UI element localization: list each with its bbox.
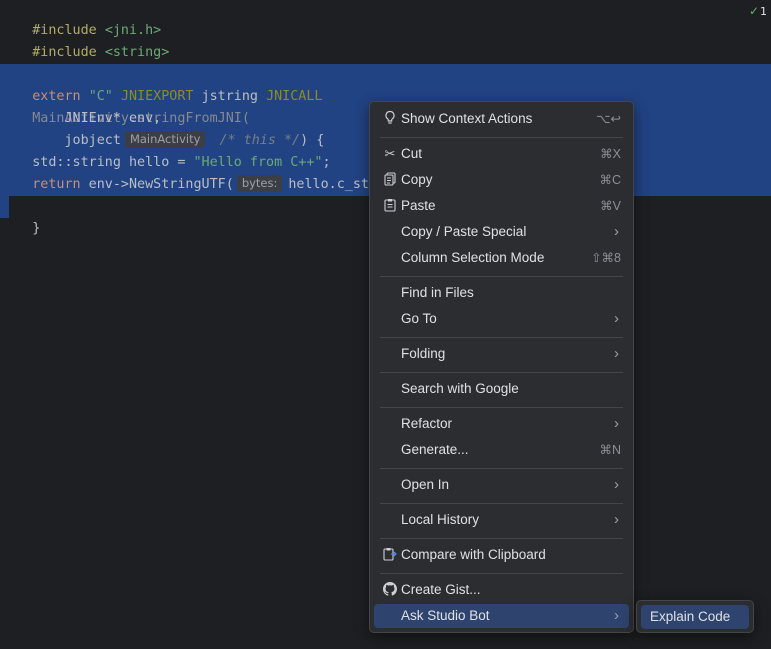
menu-item-copy[interactable]: Copy ⌘C (374, 168, 629, 192)
menu-item-label: Column Selection Mode (401, 250, 545, 265)
menu-separator (380, 337, 623, 338)
menu-item-label: Generate... (401, 442, 469, 457)
code-line-2: #include <string> (0, 20, 169, 60)
code-token: ; (322, 155, 331, 170)
code-token: jobject (64, 133, 121, 148)
menu-separator (380, 137, 623, 138)
menu-item-copy-paste-special[interactable]: Copy / Paste Special › (374, 220, 629, 244)
param-hint: MainActivity (124, 131, 206, 148)
code-token: env->NewStringUTF( (80, 177, 234, 192)
menu-item-label: Create Gist... (401, 582, 481, 597)
chevron-right-icon: › (614, 511, 619, 528)
menu-separator (380, 538, 623, 539)
menu-item-explain-code[interactable]: Explain Code (641, 605, 749, 629)
menu-item-column-selection-mode[interactable]: Column Selection Mode ⇧⌘8 (374, 246, 629, 270)
menu-separator (380, 276, 623, 277)
code-token: #include (32, 45, 97, 60)
menu-item-open-in[interactable]: Open In › (374, 473, 629, 497)
scissors-icon: ✂ (384, 146, 396, 161)
menu-separator (380, 573, 623, 574)
clipboard-icon (382, 194, 398, 218)
code-token: JNICALL (266, 89, 323, 104)
menu-item-shortcut: ⌘N (599, 443, 621, 457)
copy-icon (382, 168, 398, 192)
menu-separator (380, 372, 623, 373)
chevron-right-icon: › (614, 415, 619, 432)
code-line-10: } (0, 196, 40, 236)
code-token: } (32, 221, 41, 236)
menu-item-label: Paste (401, 198, 436, 213)
menu-item-local-history[interactable]: Local History › (374, 508, 629, 532)
menu-item-paste[interactable]: Paste ⌘V (374, 194, 629, 218)
menu-separator (380, 407, 623, 408)
menu-item-refactor[interactable]: Refactor › (374, 412, 629, 436)
menu-item-shortcut: ⌘C (599, 173, 621, 187)
menu-item-shortcut: ⌥↩ (596, 112, 621, 126)
lightbulb-icon (382, 107, 398, 131)
menu-item-go-to[interactable]: Go To › (374, 307, 629, 331)
menu-item-label: Compare with Clipboard (401, 547, 546, 562)
menu-item-shortcut: ⌘V (600, 199, 621, 213)
chevron-right-icon: › (614, 310, 619, 327)
chevron-right-icon: › (614, 607, 619, 624)
menu-separator (380, 503, 623, 504)
menu-item-label: Folding (401, 346, 446, 361)
code-token: ) { (300, 133, 325, 148)
menu-item-show-context-actions[interactable]: Show Context Actions ⌥↩ (374, 107, 629, 131)
menu-item-label: Show Context Actions (401, 111, 533, 126)
code-line-5: MainActivity.stringFromJNI( (0, 86, 250, 126)
param-hint: bytes: (236, 175, 283, 192)
menu-item-label: Ask Studio Bot (401, 608, 490, 623)
menu-item-cut[interactable]: ✂ Cut ⌘X (374, 142, 629, 166)
code-line-1: #include <jni.h> (0, 0, 161, 38)
menu-item-label: Copy (401, 172, 433, 187)
code-token: hello.c_str (288, 177, 378, 192)
menu-item-label: Search with Google (401, 381, 519, 396)
menu-item-label: Local History (401, 512, 480, 527)
menu-item-label: Go To (401, 311, 437, 326)
check-icon: ✓ (748, 4, 759, 18)
compare-clipboard-icon (382, 543, 398, 567)
menu-item-search-with-google[interactable]: Search with Google (374, 377, 629, 401)
menu-item-label: Copy / Paste Special (401, 224, 527, 239)
code-line-4: extern "C" JNIEXPORT jstring JNICALL (0, 64, 322, 104)
studio-bot-submenu: Explain Code (636, 600, 754, 633)
menu-item-label: Refactor (401, 416, 453, 431)
github-icon (382, 578, 398, 602)
code-token: /* this */ (219, 133, 301, 148)
code-token: std::string hello = (32, 155, 194, 170)
menu-item-create-gist[interactable]: Create Gist... (374, 578, 629, 602)
code-line-6: JNIEnv* env, (0, 108, 162, 130)
chevron-right-icon: › (614, 223, 619, 240)
code-token: JNIEnv* env, (64, 111, 162, 126)
menu-item-shortcut: ⇧⌘8 (591, 251, 621, 265)
inspection-count: 1 (760, 5, 767, 18)
code-token: "Hello from C++" (193, 155, 323, 170)
menu-item-label: Cut (401, 146, 423, 161)
menu-separator (380, 468, 623, 469)
code-token: <string> (104, 45, 170, 60)
menu-item-label: Explain Code (650, 609, 731, 624)
code-line-8: std::string hello = "Hello from C++"; (0, 152, 331, 174)
menu-item-shortcut: ⌘X (600, 147, 621, 161)
menu-item-find-in-files[interactable]: Find in Files (374, 281, 629, 305)
chevron-right-icon: › (614, 345, 619, 362)
code-line-7: jobject MainActivity /* this */) { (0, 130, 324, 152)
code-line-9: return env->NewStringUTF(bytes: hello.c_s… (0, 174, 377, 196)
menu-item-generate[interactable]: Generate... ⌘N (374, 438, 629, 462)
menu-item-label: Open In (401, 477, 450, 492)
menu-item-compare-with-clipboard[interactable]: Compare with Clipboard (374, 543, 629, 567)
context-menu: Show Context Actions ⌥↩ ✂ Cut ⌘X Copy ⌘C… (369, 101, 634, 633)
chevron-right-icon: › (614, 476, 619, 493)
menu-item-ask-studio-bot[interactable]: Ask Studio Bot › (374, 604, 629, 628)
inspection-status[interactable]: ✓1 (749, 3, 767, 19)
code-token: return (32, 177, 81, 192)
menu-item-folding[interactable]: Folding › (374, 342, 629, 366)
menu-item-label: Find in Files (401, 285, 474, 300)
